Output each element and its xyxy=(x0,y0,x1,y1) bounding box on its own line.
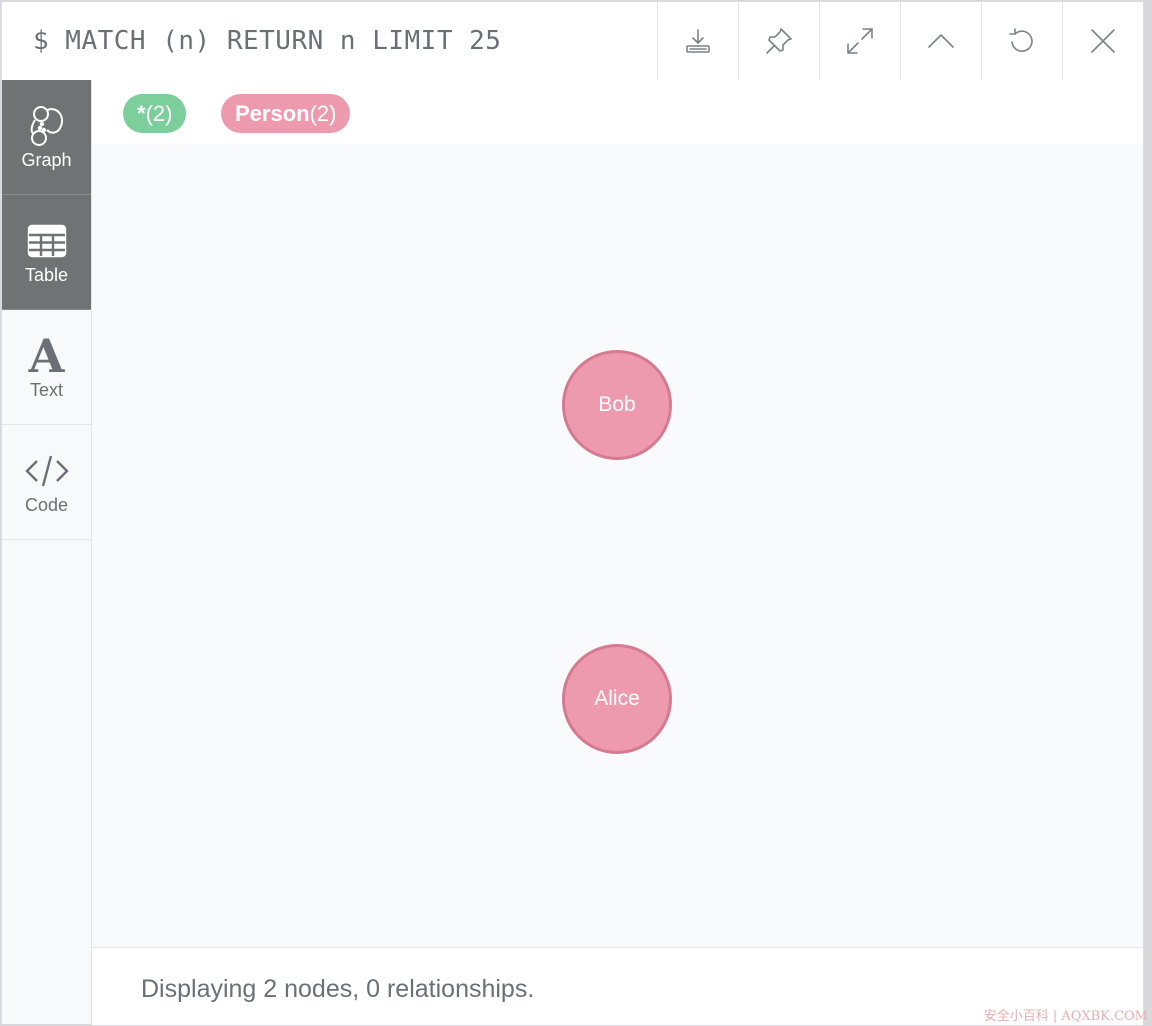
download-button[interactable] xyxy=(657,2,738,80)
tab-table-label: Table xyxy=(24,265,69,285)
graph-node-alice[interactable]: Alice xyxy=(562,644,672,754)
rerun-icon xyxy=(1009,28,1033,52)
code-icon xyxy=(24,455,69,487)
graph-canvas[interactable]: Bob Alice xyxy=(92,144,1143,948)
text-icon: A xyxy=(28,329,65,383)
graph-icon xyxy=(30,106,63,146)
close-button[interactable] xyxy=(1062,2,1143,80)
legend-all-count: (2) xyxy=(145,100,173,126)
tab-code-label: Code xyxy=(24,495,69,515)
graph-node-bob[interactable]: Bob xyxy=(562,350,672,460)
close-icon xyxy=(1091,29,1115,53)
legend-all-label: * xyxy=(137,100,146,126)
fullscreen-button[interactable] xyxy=(819,2,900,80)
pin-icon xyxy=(766,28,792,54)
query-text[interactable]: $ MATCH (n) RETURN n LIMIT 25 xyxy=(33,26,501,56)
collapse-button[interactable] xyxy=(900,2,981,80)
frame-header: $ MATCH (n) RETURN n LIMIT 25 xyxy=(2,2,1143,81)
rerun-button[interactable] xyxy=(981,2,1062,80)
status-text: Displaying 2 nodes, 0 relationships. xyxy=(141,975,535,1003)
label-legend: * (2) Person (2) xyxy=(92,80,1143,145)
tab-text[interactable]: A Text xyxy=(2,310,91,425)
legend-all-pill[interactable]: * (2) xyxy=(123,94,187,133)
result-frame: $ MATCH (n) RETURN n LIMIT 25 Graph Tabl… xyxy=(1,1,1144,1025)
expand-icon xyxy=(847,28,873,54)
table-icon xyxy=(27,224,66,258)
tab-table[interactable]: Table xyxy=(2,195,91,310)
tab-text-label: Text xyxy=(29,380,63,400)
frame-toolbar xyxy=(657,2,1143,80)
view-sidebar: Graph Table A Text Code xyxy=(2,80,92,1024)
watermark-text: 安全小百科 | AQXBK.COM xyxy=(983,1009,1148,1024)
pin-button[interactable] xyxy=(738,2,819,80)
tab-code[interactable]: Code xyxy=(2,425,91,540)
download-icon xyxy=(686,29,710,53)
collapse-up-icon xyxy=(928,34,954,48)
legend-person-label: Person xyxy=(235,100,310,126)
tab-graph-label: Graph xyxy=(21,150,72,170)
legend-person-count: (2) xyxy=(309,100,337,126)
legend-person-pill[interactable]: Person (2) xyxy=(221,94,351,133)
tab-graph[interactable]: Graph xyxy=(2,80,91,195)
